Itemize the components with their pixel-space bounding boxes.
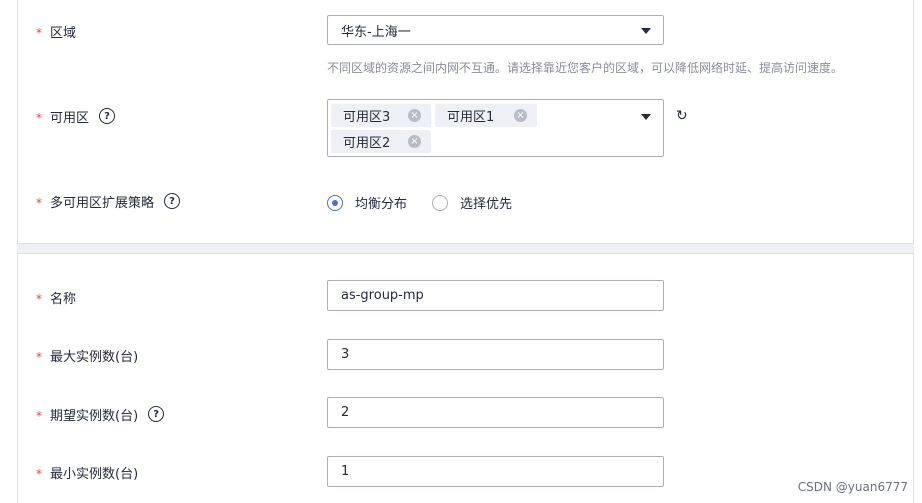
- min-instances-label: 最小实例数(台): [50, 466, 139, 482]
- name-label: 名称: [50, 291, 77, 307]
- max-instances-label: 最大实例数(台): [50, 349, 139, 365]
- help-icon[interactable]: ?: [148, 406, 165, 422]
- az-multiselect[interactable]: 可用区3 × 可用区1 × 可用区2 ×: [327, 99, 664, 157]
- desired-instances-input[interactable]: 2: [327, 397, 664, 428]
- region-select[interactable]: 华东-上海一: [327, 15, 664, 45]
- radio-priority-label[interactable]: 选择优先: [460, 193, 512, 212]
- region-label: 区域: [50, 25, 77, 41]
- region-label-row: * 区域: [36, 21, 76, 41]
- required-mark: *: [36, 196, 42, 210]
- required-mark: *: [36, 409, 42, 423]
- name-label-row: * 名称: [36, 287, 76, 307]
- section-divider: [17, 244, 914, 253]
- policy-label: 多可用区扩展策略: [50, 195, 155, 211]
- refresh-icon[interactable]: ↻: [676, 108, 688, 124]
- chevron-down-icon: [641, 114, 651, 120]
- az-tag-label: 可用区1: [447, 110, 495, 125]
- az-tag: 可用区3 ×: [331, 104, 431, 127]
- remove-tag-icon[interactable]: ×: [408, 109, 421, 122]
- name-input-value: as-group-mp: [341, 288, 424, 303]
- help-icon[interactable]: ?: [99, 108, 116, 124]
- az-label: 可用区: [50, 110, 90, 126]
- max-instances-label-row: * 最大实例数(台): [36, 345, 138, 365]
- remove-tag-icon[interactable]: ×: [514, 109, 527, 122]
- max-instances-value: 3: [341, 347, 350, 362]
- policy-label-row: * 多可用区扩展策略 ?: [36, 191, 181, 211]
- chevron-down-icon: [641, 28, 651, 34]
- required-mark: *: [36, 26, 42, 40]
- az-label-row: * 可用区 ?: [36, 106, 116, 126]
- region-select-value: 华东-上海一: [341, 24, 411, 40]
- desired-instances-label-row: * 期望实例数(台) ?: [36, 404, 165, 424]
- radio-balanced-label[interactable]: 均衡分布: [355, 193, 407, 212]
- radio-priority[interactable]: [432, 194, 449, 211]
- name-input[interactable]: as-group-mp: [327, 280, 664, 311]
- policy-radio-group: 均衡分布 选择优先: [327, 193, 537, 212]
- min-instances-label-row: * 最小实例数(台): [36, 462, 138, 482]
- radio-balanced[interactable]: [327, 194, 343, 211]
- required-mark: *: [36, 467, 42, 481]
- az-tag-label: 可用区3: [343, 110, 391, 125]
- az-tag: 可用区2 ×: [331, 130, 431, 153]
- remove-tag-icon[interactable]: ×: [408, 135, 421, 148]
- required-mark: *: [36, 350, 42, 364]
- desired-instances-value: 2: [341, 405, 350, 420]
- az-tag: 可用区1 ×: [435, 104, 537, 127]
- required-mark: *: [36, 292, 42, 306]
- watermark: CSDN @yuan6777: [797, 480, 908, 494]
- min-instances-value: 1: [341, 464, 350, 479]
- help-icon[interactable]: ?: [164, 193, 181, 209]
- required-mark: *: [36, 111, 42, 125]
- max-instances-input[interactable]: 3: [327, 339, 664, 370]
- desired-instances-label: 期望实例数(台): [50, 408, 139, 424]
- region-hint: 不同区域的资源之间内网不互通。请选择靠近您客户的区域，可以降低网络时延、提高访问…: [327, 61, 844, 75]
- min-instances-input[interactable]: 1: [327, 456, 664, 487]
- az-tag-label: 可用区2: [343, 136, 391, 151]
